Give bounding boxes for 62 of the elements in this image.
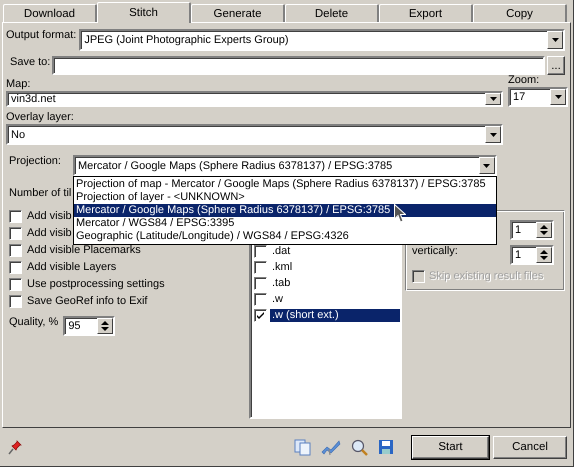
- dropdown-option[interactable]: Mercator / Google Maps (Sphere Radius 6378137) / EPSG:3785: [74, 204, 496, 217]
- field-label: Zoom:: [508, 74, 540, 86]
- checkbox-label: Add visib: [27, 210, 72, 222]
- field-label: Projection:: [9, 155, 61, 167]
- caret-icon: [490, 132, 496, 136]
- start-button[interactable]: Start: [412, 436, 489, 458]
- strip-icon[interactable]: [321, 438, 341, 456]
- copy-icon[interactable]: [294, 438, 311, 456]
- save-path-field[interactable]: [52, 56, 545, 75]
- checkbox[interactable]: [9, 244, 22, 257]
- checkbox[interactable]: [254, 245, 267, 258]
- list-item[interactable]: .dat: [270, 245, 400, 258]
- output-format-dropdown[interactable]: JPEG (Joint Photographic Experts Group): [79, 29, 565, 51]
- pushpin-icon[interactable]: [8, 440, 22, 454]
- checkbox[interactable]: [254, 261, 267, 274]
- checkbox-label: Add visible Layers: [27, 261, 116, 273]
- list-item[interactable]: .kml: [270, 261, 400, 274]
- tab[interactable]: Stitch: [97, 2, 191, 23]
- projection-dropdown[interactable]: Mercator / Google Maps (Sphere Radius 6378137) / EPSG:3785: [72, 155, 497, 176]
- tab[interactable]: Download: [3, 4, 97, 22]
- list-item[interactable]: .tab: [270, 277, 400, 290]
- save-icon[interactable]: [378, 439, 394, 455]
- cancel-button[interactable]: Cancel: [493, 436, 567, 458]
- field-label: vertically:: [412, 245, 458, 257]
- caret-icon: [490, 97, 496, 101]
- field-label: Number of til: [9, 187, 72, 199]
- checkbox[interactable]: [9, 261, 22, 274]
- checkbox-label: Add visible Placemarks: [27, 244, 141, 256]
- tab[interactable]: Copy: [473, 4, 567, 22]
- checkbox[interactable]: [254, 277, 267, 290]
- checkbox[interactable]: [9, 295, 22, 308]
- checkbox-label: Add visib: [27, 227, 72, 239]
- list-item[interactable]: .w: [270, 293, 400, 306]
- zoom-dropdown[interactable]: 17: [508, 87, 568, 107]
- overlay-layer-dropdown[interactable]: No: [6, 124, 503, 145]
- caret-icon: [552, 38, 558, 42]
- checkbox[interactable]: [9, 278, 22, 291]
- field-label: Overlay layer:: [6, 111, 74, 123]
- check-icon: [257, 312, 264, 319]
- quality-spinner[interactable]: 95: [63, 316, 116, 336]
- tab[interactable]: Delete: [285, 4, 379, 22]
- map-dropdown[interactable]: vin3d.net: [6, 91, 503, 107]
- checkbox[interactable]: [9, 227, 22, 240]
- tab[interactable]: Generate: [191, 4, 285, 22]
- tab[interactable]: Export: [379, 4, 473, 22]
- field-label: Save to:: [10, 56, 50, 68]
- checkbox[interactable]: [9, 210, 22, 223]
- cursor-icon: [394, 204, 406, 223]
- checkbox[interactable]: [254, 309, 267, 322]
- vertical-spinner[interactable]: 1: [510, 245, 554, 265]
- horizontal-spinner[interactable]: 1: [510, 220, 554, 240]
- list-item[interactable]: .w (short ext.): [270, 309, 400, 322]
- checkbox-label: Use postprocessing settings: [27, 278, 165, 290]
- search-icon[interactable]: [351, 438, 368, 456]
- caret-icon: [483, 164, 490, 168]
- browse-button[interactable]: ...: [547, 56, 565, 75]
- checkbox[interactable]: [254, 293, 267, 306]
- field-label: Quality, %: [9, 316, 58, 328]
- field-label: Output format:: [6, 29, 76, 41]
- field-label: Map:: [6, 78, 30, 90]
- checkbox-label: Save GeoRef info to Exif: [27, 295, 148, 307]
- caret-icon: [554, 95, 562, 99]
